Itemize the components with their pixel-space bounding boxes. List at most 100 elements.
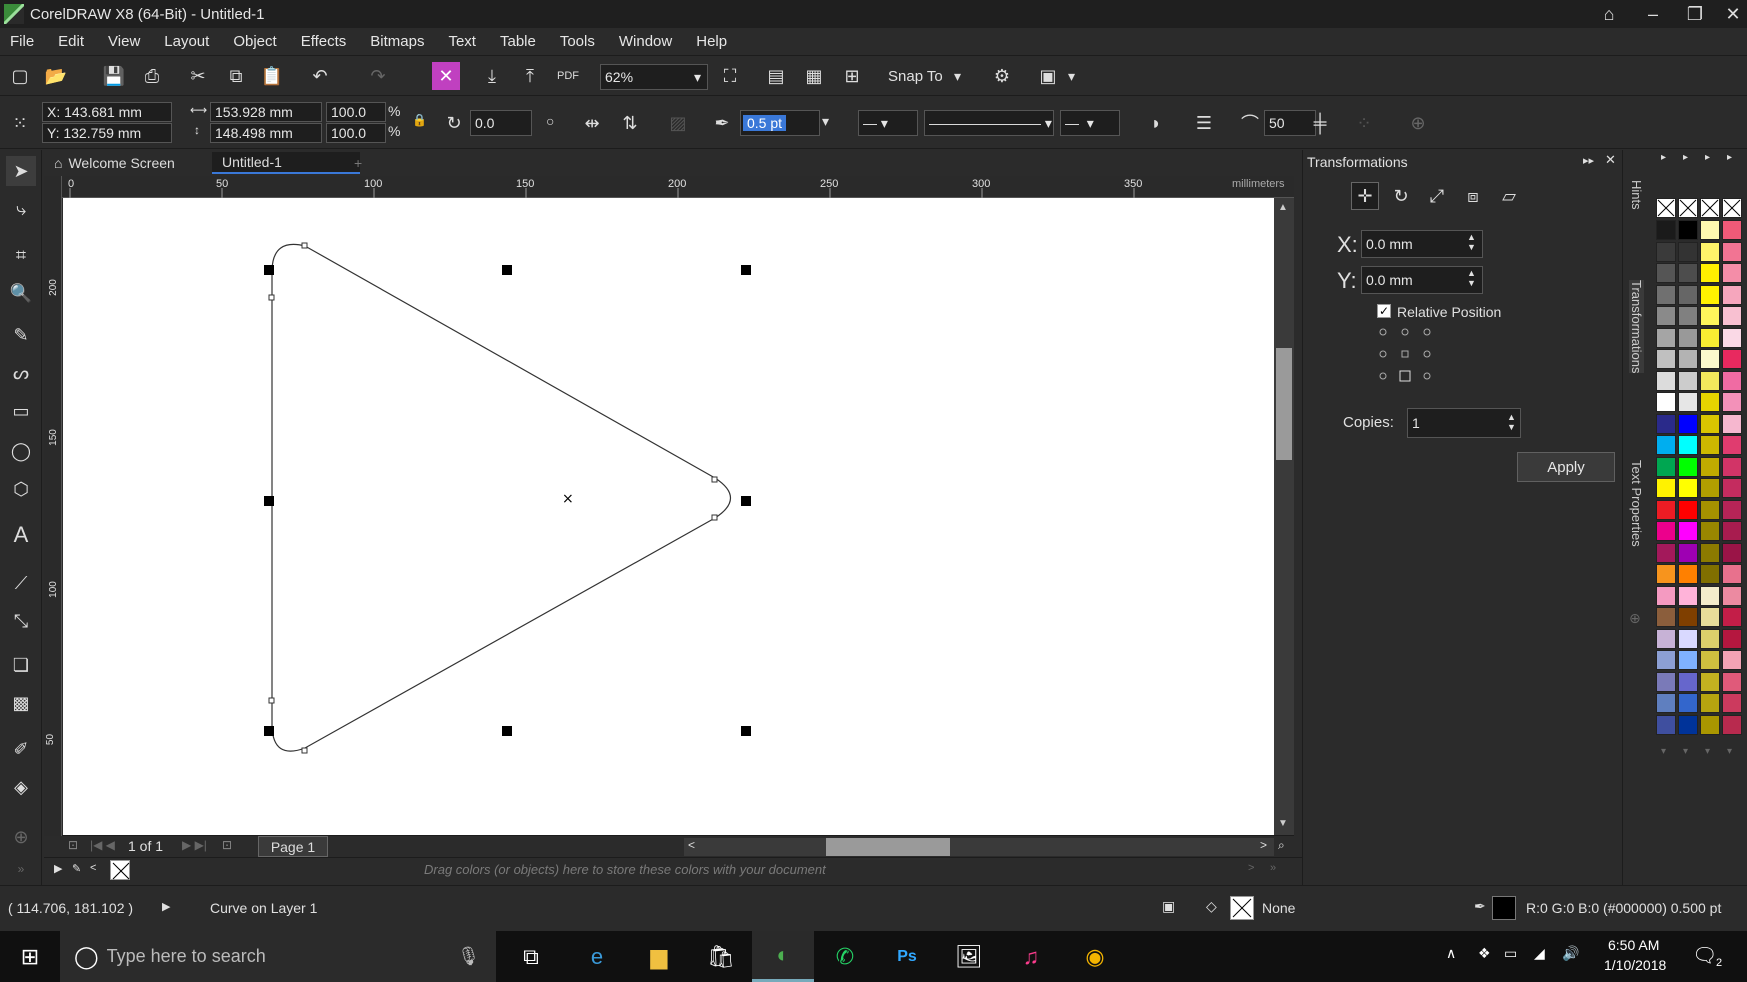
color-swatch[interactable]	[1678, 693, 1698, 713]
color-swatch[interactable]	[1656, 714, 1676, 735]
color-swatch[interactable]	[1656, 349, 1676, 369]
color-swatch[interactable]	[1700, 693, 1720, 713]
color-swatch[interactable]	[1678, 521, 1698, 541]
color-swatch[interactable]	[1678, 327, 1698, 348]
color-swatch[interactable]	[1700, 413, 1720, 434]
print-icon[interactable]: ⎙	[138, 62, 166, 90]
menu-effects[interactable]: Effects	[289, 33, 359, 50]
scale-x-field[interactable]: 100.0	[326, 102, 386, 122]
color-swatch[interactable]	[1722, 241, 1742, 262]
color-swatch[interactable]	[1700, 327, 1720, 348]
color-swatch[interactable]	[1656, 392, 1676, 412]
no-color-swatch[interactable]	[1656, 198, 1676, 218]
hints-tab[interactable]: Hints	[1629, 180, 1644, 210]
position-y-field[interactable]: Y: 132.759 mm	[42, 123, 172, 143]
color-swatch[interactable]	[1656, 521, 1676, 541]
freehand-tool-icon[interactable]: ✎	[6, 320, 36, 350]
copies-spinner-icon[interactable]: ▲ ▼	[1507, 412, 1516, 432]
color-swatch[interactable]	[1722, 478, 1742, 498]
redo-icon[interactable]: ↷	[364, 62, 392, 90]
tab-untitled-1[interactable]: Untitled-1	[212, 152, 360, 174]
chrome-icon[interactable]: ◉	[1064, 931, 1126, 982]
close-curve-icon[interactable]: ◗	[1142, 109, 1170, 137]
text-tool-icon[interactable]: A	[6, 520, 36, 550]
object-origin-icon[interactable]: ⁙	[6, 109, 34, 137]
outline-color-swatch[interactable]	[1492, 896, 1516, 920]
zoom-navigator-icon[interactable]: ⌕	[1278, 838, 1285, 853]
color-swatch[interactable]	[1656, 607, 1676, 627]
palette-expand-icon[interactable]: »	[1270, 862, 1276, 874]
color-proofing-icon[interactable]: ▣	[1162, 898, 1175, 915]
color-swatch[interactable]	[1700, 521, 1720, 541]
palette-next-icon[interactable]: >	[1248, 862, 1254, 874]
color-swatch[interactable]	[1722, 671, 1742, 692]
selection-handle-bottom-right[interactable]	[741, 726, 751, 736]
color-swatch[interactable]	[1722, 499, 1742, 520]
color-swatch[interactable]	[1656, 585, 1676, 606]
color-swatch[interactable]	[1722, 349, 1742, 369]
menu-view[interactable]: View	[96, 33, 152, 50]
color-swatch[interactable]	[1678, 413, 1698, 434]
transparency-tool-icon[interactable]: ▩	[6, 688, 36, 718]
apply-button[interactable]: Apply	[1517, 452, 1615, 482]
color-swatch[interactable]	[1656, 435, 1676, 455]
toolbox-expand-icon[interactable]: »	[6, 854, 36, 884]
color-swatch[interactable]	[1678, 284, 1698, 305]
selection-handle-top[interactable]	[502, 265, 512, 275]
microphone-icon[interactable]: 🎙	[457, 946, 480, 967]
menu-file[interactable]: File	[0, 33, 46, 50]
color-swatch[interactable]	[1700, 564, 1720, 584]
height-field[interactable]: 148.498 mm	[210, 123, 322, 143]
color-swatch[interactable]	[1656, 327, 1676, 348]
selection-handle-right[interactable]	[741, 496, 751, 506]
full-screen-icon[interactable]: ⛶	[716, 62, 744, 90]
width-field[interactable]: 153.928 mm	[210, 102, 322, 122]
color-swatch[interactable]	[1678, 370, 1698, 391]
cut-icon[interactable]: ✂	[184, 62, 212, 90]
lock-ratio-icon[interactable]: 🔒	[412, 113, 427, 127]
task-view-icon[interactable]: ⧉	[500, 931, 562, 982]
color-swatch[interactable]	[1700, 306, 1720, 326]
minimize-button[interactable]: –	[1632, 0, 1674, 28]
undo-icon[interactable]: ↶	[306, 62, 334, 90]
color-swatch[interactable]	[1656, 220, 1676, 240]
color-swatch[interactable]	[1656, 693, 1676, 713]
battery-icon[interactable]: ▭	[1504, 945, 1517, 962]
mirror-vertical-icon[interactable]: ⇅	[616, 109, 644, 137]
add-page-after-icon[interactable]: ⊡	[222, 838, 232, 852]
color-swatch[interactable]	[1722, 521, 1742, 541]
eyedropper-tool-icon[interactable]: ✐	[6, 734, 36, 764]
mirror-horizontal-icon[interactable]: ⇹	[578, 109, 606, 137]
color-swatch[interactable]	[1678, 628, 1698, 649]
color-swatch[interactable]	[1722, 628, 1742, 649]
no-color-swatch[interactable]	[1700, 198, 1720, 218]
color-swatch[interactable]	[1700, 435, 1720, 455]
wifi-icon[interactable]: ◢	[1534, 945, 1545, 962]
snap-to-chevron-icon[interactable]: ▾	[954, 68, 961, 85]
rounded-triangle-curve[interactable]: ×	[63, 198, 1274, 835]
palette-scroll-up-icon[interactable]: ▸	[1727, 152, 1732, 163]
ellipse-tool-icon[interactable]: ◯	[6, 436, 36, 466]
color-swatch[interactable]	[1678, 478, 1698, 498]
color-swatch[interactable]	[1722, 607, 1742, 627]
save-icon[interactable]: 💾	[100, 62, 128, 90]
color-swatch[interactable]	[1656, 628, 1676, 649]
color-swatch[interactable]	[1700, 650, 1720, 670]
scrollbar-thumb[interactable]	[826, 838, 950, 856]
color-swatch[interactable]	[1656, 499, 1676, 520]
export-icon[interactable]: ⤒	[516, 62, 544, 90]
wrap-paragraph-icon[interactable]: ☰	[1190, 109, 1218, 137]
color-swatch[interactable]	[1700, 542, 1720, 563]
color-swatch[interactable]	[1700, 392, 1720, 412]
application-launcher-icon[interactable]: ▣	[1034, 62, 1062, 90]
color-swatch[interactable]	[1700, 671, 1720, 692]
fill-swatch-none[interactable]	[1230, 896, 1254, 920]
color-swatch[interactable]	[1656, 542, 1676, 563]
grid-icon[interactable]: ▦	[800, 62, 828, 90]
snap-to-dropdown[interactable]: Snap To	[888, 68, 943, 85]
color-swatch[interactable]	[1700, 585, 1720, 606]
color-swatch[interactable]	[1678, 650, 1698, 670]
next-page-icon[interactable]: ▶ ▶|	[182, 838, 207, 852]
palette-scroll-down-icon[interactable]: ▾	[1705, 746, 1710, 757]
color-swatch[interactable]	[1722, 327, 1742, 348]
